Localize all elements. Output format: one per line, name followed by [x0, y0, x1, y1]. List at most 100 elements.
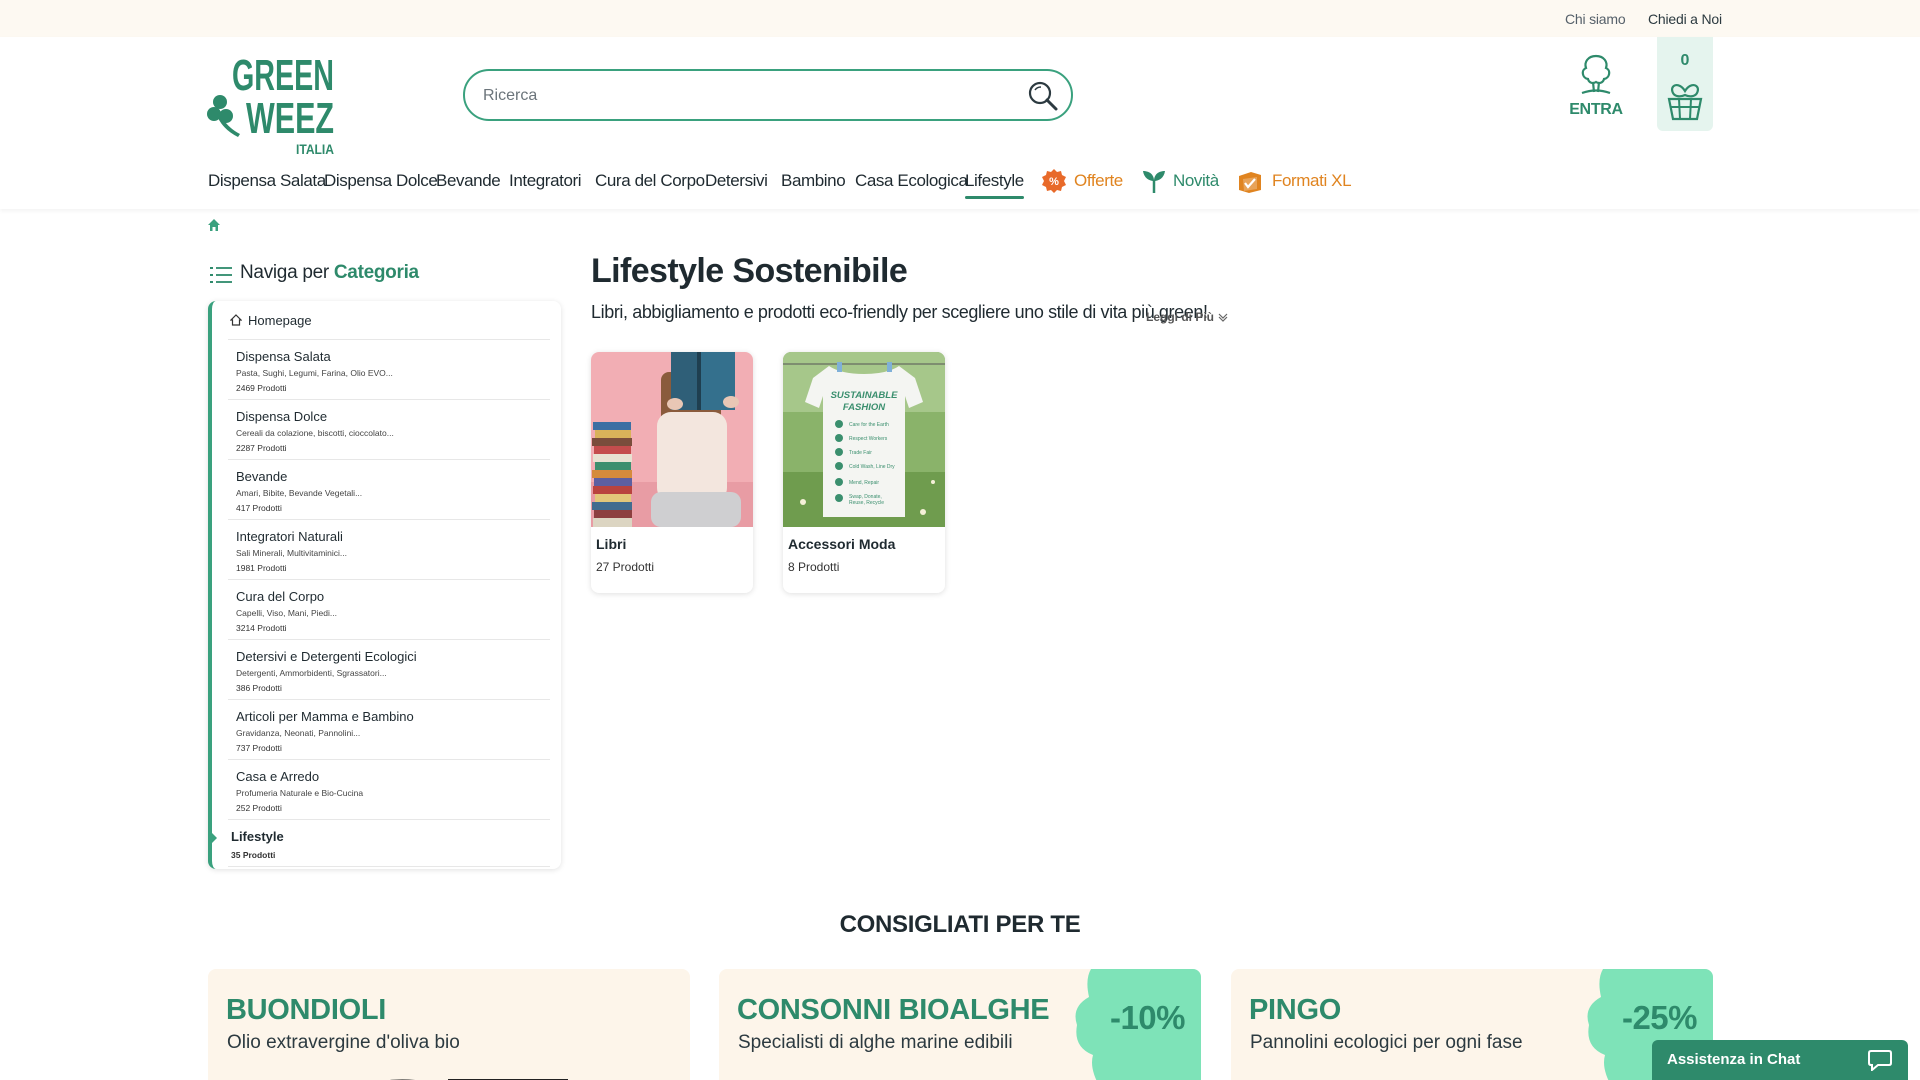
- sidebar-item-cura-del-corpo[interactable]: Cura del Corpo Capelli, Viso, Mani, Pied…: [228, 579, 550, 639]
- about-link[interactable]: Chi siamo: [1565, 11, 1626, 27]
- chat-label: Assistenza in Chat: [1667, 1051, 1801, 1068]
- nav-casa-ecologica[interactable]: Casa Ecologica: [855, 171, 968, 191]
- svg-text:Reuse, Recycle: Reuse, Recycle: [849, 500, 884, 506]
- top-bar: Chi siamo Chiedi a Noi: [0, 0, 1920, 37]
- sidebar-item-detersivi[interactable]: Detersivi e Detergenti Ecologici Deterge…: [228, 639, 550, 699]
- sidebar-item-integratori[interactable]: Integratori Naturali Sali Minerali, Mult…: [228, 519, 550, 579]
- sidebar-item-name: Bevande: [236, 469, 288, 484]
- sidebar-item-desc: Sali Minerali, Multivitaminici...: [236, 548, 347, 558]
- svg-text:Trade Fair: Trade Fair: [849, 450, 872, 456]
- sidebar-homepage-link[interactable]: Homepage: [230, 313, 312, 328]
- nav-bambino[interactable]: Bambino: [781, 171, 846, 191]
- basket-icon: [1667, 84, 1703, 121]
- sidebar-item-mamma-bambino[interactable]: Articoli per Mamma e Bambino Gravidanza,…: [228, 699, 550, 759]
- svg-text:SUSTAINABLE: SUSTAINABLE: [831, 390, 899, 401]
- promo-card-consonni-bioalghe[interactable]: CONSONNI BIOALGHE Specialisti di alghe m…: [719, 969, 1201, 1080]
- breadcrumb-home-icon[interactable]: [207, 218, 221, 232]
- nav-cura-del-corpo[interactable]: Cura del Corpo: [595, 171, 705, 191]
- sidebar-item-name: Detersivi e Detergenti Ecologici: [236, 649, 417, 664]
- promo-brand: CONSONNI BIOALGHE: [737, 994, 1050, 1026]
- cart-count: 0: [1680, 52, 1690, 69]
- svg-text:Care for the Earth: Care for the Earth: [849, 422, 889, 428]
- nav-formati-xl[interactable]: Formati XL: [1272, 171, 1352, 191]
- nav-bevande[interactable]: Bevande: [436, 171, 501, 191]
- sidebar-item-count: 2469 Prodotti: [236, 383, 287, 393]
- chat-bubble-icon: [1868, 1050, 1892, 1071]
- subcategory-name: Libri: [596, 536, 627, 552]
- sidebar-item-name: Articoli per Mamma e Bambino: [236, 709, 414, 724]
- greenweez-logo[interactable]: GREEN WEEZ ITALIA: [206, 50, 336, 158]
- sidebar-item-desc: Cereali da colazione, biscotti, cioccola…: [236, 428, 394, 438]
- nav-integratori[interactable]: Integratori: [509, 171, 582, 191]
- cart-button[interactable]: 0: [1657, 37, 1713, 131]
- promo-card-buondioli[interactable]: BUONDIOLI Olio extravergine d'oliva bio: [208, 969, 690, 1080]
- sidebar-item-desc: Amari, Bibite, Bevande Vegetali...: [236, 488, 363, 498]
- product-image: [390, 1079, 568, 1080]
- sidebar-title-prefix: Naviga per: [240, 262, 329, 283]
- promo-discount: -10%: [1109, 999, 1186, 1036]
- account-button[interactable]: ENTRA: [1569, 52, 1623, 122]
- sidebar-item-desc: Profumeria Naturale e Bio-Cucina: [236, 788, 364, 798]
- sidebar-item-name: Lifestyle: [231, 829, 284, 844]
- nav-detersivi[interactable]: Detersivi: [705, 171, 768, 191]
- search-bar: [463, 69, 1073, 121]
- nav-dispensa-dolce[interactable]: Dispensa Dolce: [324, 171, 438, 191]
- nav-dispensa-salata[interactable]: Dispensa Salata: [208, 171, 326, 191]
- nav-lifestyle[interactable]: Lifestyle: [965, 171, 1024, 199]
- svg-text:Respect Workers: Respect Workers: [849, 436, 888, 442]
- promo-subtitle: Pannolini ecologici per ogni fase: [1250, 1032, 1523, 1053]
- recommended-title: CONSIGLIATI PER TE: [839, 911, 1081, 938]
- svg-text:Mend, Repair: Mend, Repair: [849, 480, 879, 486]
- sidebar-item-name: Dispensa Salata: [236, 349, 331, 364]
- promo-discount: -25%: [1621, 999, 1698, 1036]
- sidebar-item-name: Integratori Naturali: [236, 529, 343, 544]
- sidebar-item-desc: Gravidanza, Neonati, Pannolini...: [236, 728, 361, 738]
- sidebar-item-casa-arredo[interactable]: Casa e Arredo Profumeria Naturale e Bio-…: [228, 759, 550, 819]
- discount-badge-icon: %: [1042, 169, 1066, 193]
- svg-text:ITALIA: ITALIA: [296, 141, 334, 157]
- sidebar-item-count: 386 Prodotti: [236, 683, 282, 693]
- page-title: Lifestyle Sostenibile: [591, 252, 908, 290]
- sidebar-item-count: 417 Prodotti: [236, 503, 282, 513]
- sidebar-item-name: Casa e Arredo: [236, 769, 320, 784]
- sidebar-homepage-label: Homepage: [248, 313, 312, 328]
- sidebar-item-dispensa-salata[interactable]: Dispensa Salata Pasta, Sughi, Legumi, Fa…: [228, 339, 550, 399]
- read-more-link[interactable]: Leggi di Più: [1146, 310, 1228, 324]
- user-tree-icon: [1581, 54, 1611, 95]
- sidebar-item-bevande[interactable]: Bevande Amari, Bibite, Bevande Vegetali.…: [228, 459, 550, 519]
- sidebar-item-count: 252 Prodotti: [236, 803, 282, 813]
- search-icon[interactable]: [1025, 79, 1061, 113]
- sidebar-item-lifestyle[interactable]: Lifestyle 35 Prodotti: [228, 819, 550, 867]
- subcategory-card-accessori-moda[interactable]: SUSTAINABLE FASHION Care for the Earth R…: [783, 352, 945, 593]
- category-sidebar: Homepage Dispensa Salata Pasta, Sughi, L…: [208, 301, 561, 869]
- search-input[interactable]: [483, 84, 1003, 108]
- chat-support-button[interactable]: Assistenza in Chat: [1652, 1040, 1908, 1080]
- sidebar-item-count: 737 Prodotti: [236, 743, 282, 753]
- nav-novita[interactable]: Novità: [1173, 171, 1219, 191]
- svg-text:FASHION: FASHION: [843, 402, 886, 413]
- nav-offerte[interactable]: Offerte: [1074, 171, 1123, 191]
- sidebar-title: Naviga per Categoria: [240, 262, 419, 284]
- svg-text:GREEN: GREEN: [232, 51, 334, 100]
- xl-box-icon: [1239, 172, 1261, 193]
- sidebar-item-desc: Capelli, Viso, Mani, Piedi...: [236, 608, 337, 618]
- tshirt-photo: SUSTAINABLE FASHION Care for the Earth R…: [783, 352, 945, 527]
- books-photo: [591, 352, 753, 527]
- sidebar-item-count: 3214 Prodotti: [236, 623, 287, 633]
- promo-subtitle: Specialisti di alghe marine edibili: [738, 1032, 1013, 1053]
- promo-subtitle: Olio extravergine d'oliva bio: [227, 1032, 460, 1053]
- ask-us-link[interactable]: Chiedi a Noi: [1648, 11, 1722, 27]
- sidebar-item-count: 2287 Prodotti: [236, 443, 287, 453]
- subcategory-count: 27 Prodotti: [596, 560, 655, 574]
- sidebar-item-desc: Pasta, Sughi, Legumi, Farina, Olio EVO..…: [236, 368, 393, 378]
- subcategory-count: 8 Prodotti: [788, 560, 840, 574]
- sidebar-item-name: Dispensa Dolce: [236, 409, 328, 424]
- active-indicator: [208, 829, 217, 847]
- subcategory-name: Accessori Moda: [788, 536, 896, 552]
- subcategory-card-libri[interactable]: Libri 27 Prodotti: [591, 352, 753, 593]
- account-label: ENTRA: [1569, 101, 1623, 118]
- read-more-label: Leggi di Più: [1146, 310, 1214, 324]
- svg-text:%: %: [1049, 176, 1059, 188]
- sidebar-item-dispensa-dolce[interactable]: Dispensa Dolce Cereali da colazione, bis…: [228, 399, 550, 459]
- promo-card-pingo[interactable]: PINGO Pannolini ecologici per ogni fase …: [1231, 969, 1713, 1080]
